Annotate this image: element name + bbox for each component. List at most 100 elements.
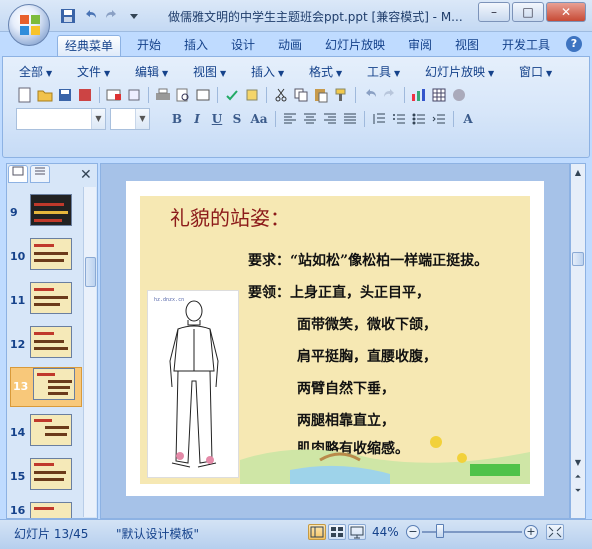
tab-insert[interactable]: 插入: [177, 35, 215, 56]
color-grayscale-icon[interactable]: [450, 86, 468, 104]
menu-window[interactable]: 窗口 ▼: [519, 63, 552, 80]
close-button[interactable]: ✕: [546, 2, 586, 22]
scroll-up-icon[interactable]: ▲: [571, 166, 585, 180]
fit-to-window-button[interactable]: [546, 524, 564, 540]
maximize-button[interactable]: □: [512, 2, 544, 22]
zoom-in-button[interactable]: +: [524, 525, 538, 539]
font-size-combo[interactable]: ▼: [110, 108, 150, 130]
tab-home[interactable]: 开始: [130, 35, 168, 56]
normal-view-button[interactable]: [308, 524, 326, 540]
insert-table-icon[interactable]: [430, 86, 448, 104]
indent-icon[interactable]: [430, 110, 448, 128]
new-file-icon[interactable]: [16, 86, 34, 104]
slides-tab[interactable]: [8, 165, 28, 183]
spelling-icon[interactable]: [223, 86, 241, 104]
save-icon[interactable]: [56, 86, 74, 104]
menu-insert[interactable]: 插入 ▼: [251, 63, 284, 80]
tab-slideshow[interactable]: 幻灯片放映: [318, 35, 392, 56]
slide-thumbnail[interactable]: 10: [8, 238, 80, 278]
print-icon[interactable]: [154, 86, 172, 104]
menu-file[interactable]: 文件 ▼: [77, 63, 110, 80]
help-icon[interactable]: ?: [566, 36, 582, 52]
undo-icon[interactable]: [82, 8, 98, 24]
save-icon[interactable]: [60, 8, 76, 24]
align-center-icon[interactable]: [301, 110, 319, 128]
customize-qat-icon[interactable]: [126, 8, 142, 24]
cut-icon[interactable]: [272, 86, 290, 104]
slide-thumbnail[interactable]: 14: [8, 414, 80, 454]
zoom-slider-handle[interactable]: [436, 524, 444, 538]
scrollbar-thumb[interactable]: [85, 257, 96, 287]
redo-icon[interactable]: [104, 8, 120, 24]
copy-icon[interactable]: [292, 86, 310, 104]
change-case-button[interactable]: Aa: [248, 110, 270, 128]
align-left-icon[interactable]: [281, 110, 299, 128]
slide-thumbnail[interactable]: 16: [8, 502, 80, 518]
zoom-out-button[interactable]: −: [406, 525, 420, 539]
publish-icon[interactable]: [125, 86, 143, 104]
panel-close-icon[interactable]: ✕: [80, 167, 92, 183]
slide-view-icon[interactable]: [194, 86, 212, 104]
underline-button[interactable]: U: [208, 110, 226, 128]
tab-animations[interactable]: 动画: [271, 35, 309, 56]
align-right-icon[interactable]: [321, 110, 339, 128]
font-color-button[interactable]: A: [459, 110, 477, 128]
open-folder-icon[interactable]: [36, 86, 54, 104]
slide-point[interactable]: 面带微笑，微收下颌，: [297, 314, 437, 334]
slide-thumbnail[interactable]: 11: [8, 282, 80, 322]
slide-thumbnail-selected[interactable]: 13: [10, 367, 82, 407]
menu-all[interactable]: 全部 ▼: [19, 63, 52, 80]
slide-thumbnail[interactable]: 9: [8, 194, 80, 234]
chevron-down-icon: ▼: [162, 69, 169, 78]
window-title: 做儒雅文明的中学生主题班会ppt.ppt [兼容模式] - M...: [168, 10, 463, 24]
design-template-name[interactable]: "默认设计模板": [116, 525, 199, 542]
justify-icon[interactable]: [341, 110, 359, 128]
numbering-icon[interactable]: [390, 110, 408, 128]
slide-title[interactable]: 礼貌的站姿：: [170, 202, 290, 231]
previous-slide-icon[interactable]: ⏶: [571, 470, 585, 484]
slide-point[interactable]: 肩平挺胸，直腰收腹，: [297, 346, 437, 366]
tab-developer[interactable]: 开发工具: [495, 35, 557, 56]
permission-icon[interactable]: [76, 86, 94, 104]
tab-view[interactable]: 视图: [448, 35, 486, 56]
undo-icon[interactable]: [361, 86, 379, 104]
slide-point[interactable]: 要领：上身正直，头正目平，: [248, 282, 430, 302]
italic-button[interactable]: I: [188, 110, 206, 128]
next-slide-icon[interactable]: ⏷: [571, 484, 585, 498]
shadow-button[interactable]: S: [228, 110, 246, 128]
bold-button[interactable]: B: [168, 110, 186, 128]
slide-point[interactable]: 两臂自然下垂，: [297, 378, 395, 398]
tab-classic-menu[interactable]: 经典菜单: [57, 35, 122, 56]
slide-point[interactable]: 两腿相靠直立，: [297, 410, 395, 430]
tab-review[interactable]: 审阅: [401, 35, 439, 56]
slide-sorter-button[interactable]: [328, 524, 346, 540]
scrollbar-thumb[interactable]: [572, 252, 584, 266]
slide-thumbnail[interactable]: 12: [8, 326, 80, 366]
slides-panel-scrollbar[interactable]: [83, 187, 96, 517]
slide-thumbnail[interactable]: 15: [8, 458, 80, 498]
slide-vertical-scrollbar[interactable]: ▲ ▼ ⏶ ⏷: [570, 163, 586, 519]
slideshow-button[interactable]: [348, 524, 366, 540]
menu-edit[interactable]: 编辑 ▼: [135, 63, 168, 80]
office-button[interactable]: [8, 4, 50, 46]
menu-slideshow[interactable]: 幻灯片放映 ▼: [425, 63, 494, 80]
menu-tools[interactable]: 工具 ▼: [367, 63, 400, 80]
paste-icon[interactable]: [312, 86, 330, 104]
email-icon[interactable]: [105, 86, 123, 104]
print-preview-icon[interactable]: [174, 86, 192, 104]
bullets-icon[interactable]: [410, 110, 428, 128]
insert-chart-icon[interactable]: [410, 86, 428, 104]
redo-icon[interactable]: [381, 86, 399, 104]
zoom-level[interactable]: 44%: [372, 525, 399, 539]
font-name-combo[interactable]: ▼: [16, 108, 106, 130]
menu-format[interactable]: 格式 ▼: [309, 63, 342, 80]
tab-design[interactable]: 设计: [224, 35, 262, 56]
line-spacing-icon[interactable]: [370, 110, 388, 128]
research-icon[interactable]: [243, 86, 261, 104]
minimize-button[interactable]: –: [478, 2, 510, 22]
format-painter-icon[interactable]: [332, 86, 350, 104]
outline-tab[interactable]: [30, 165, 50, 183]
slide-requirement-text[interactable]: 要求：“站如松”像松柏一样端正挺拔。: [248, 250, 488, 270]
menu-view[interactable]: 视图 ▼: [193, 63, 226, 80]
scroll-down-icon[interactable]: ▼: [571, 456, 585, 470]
